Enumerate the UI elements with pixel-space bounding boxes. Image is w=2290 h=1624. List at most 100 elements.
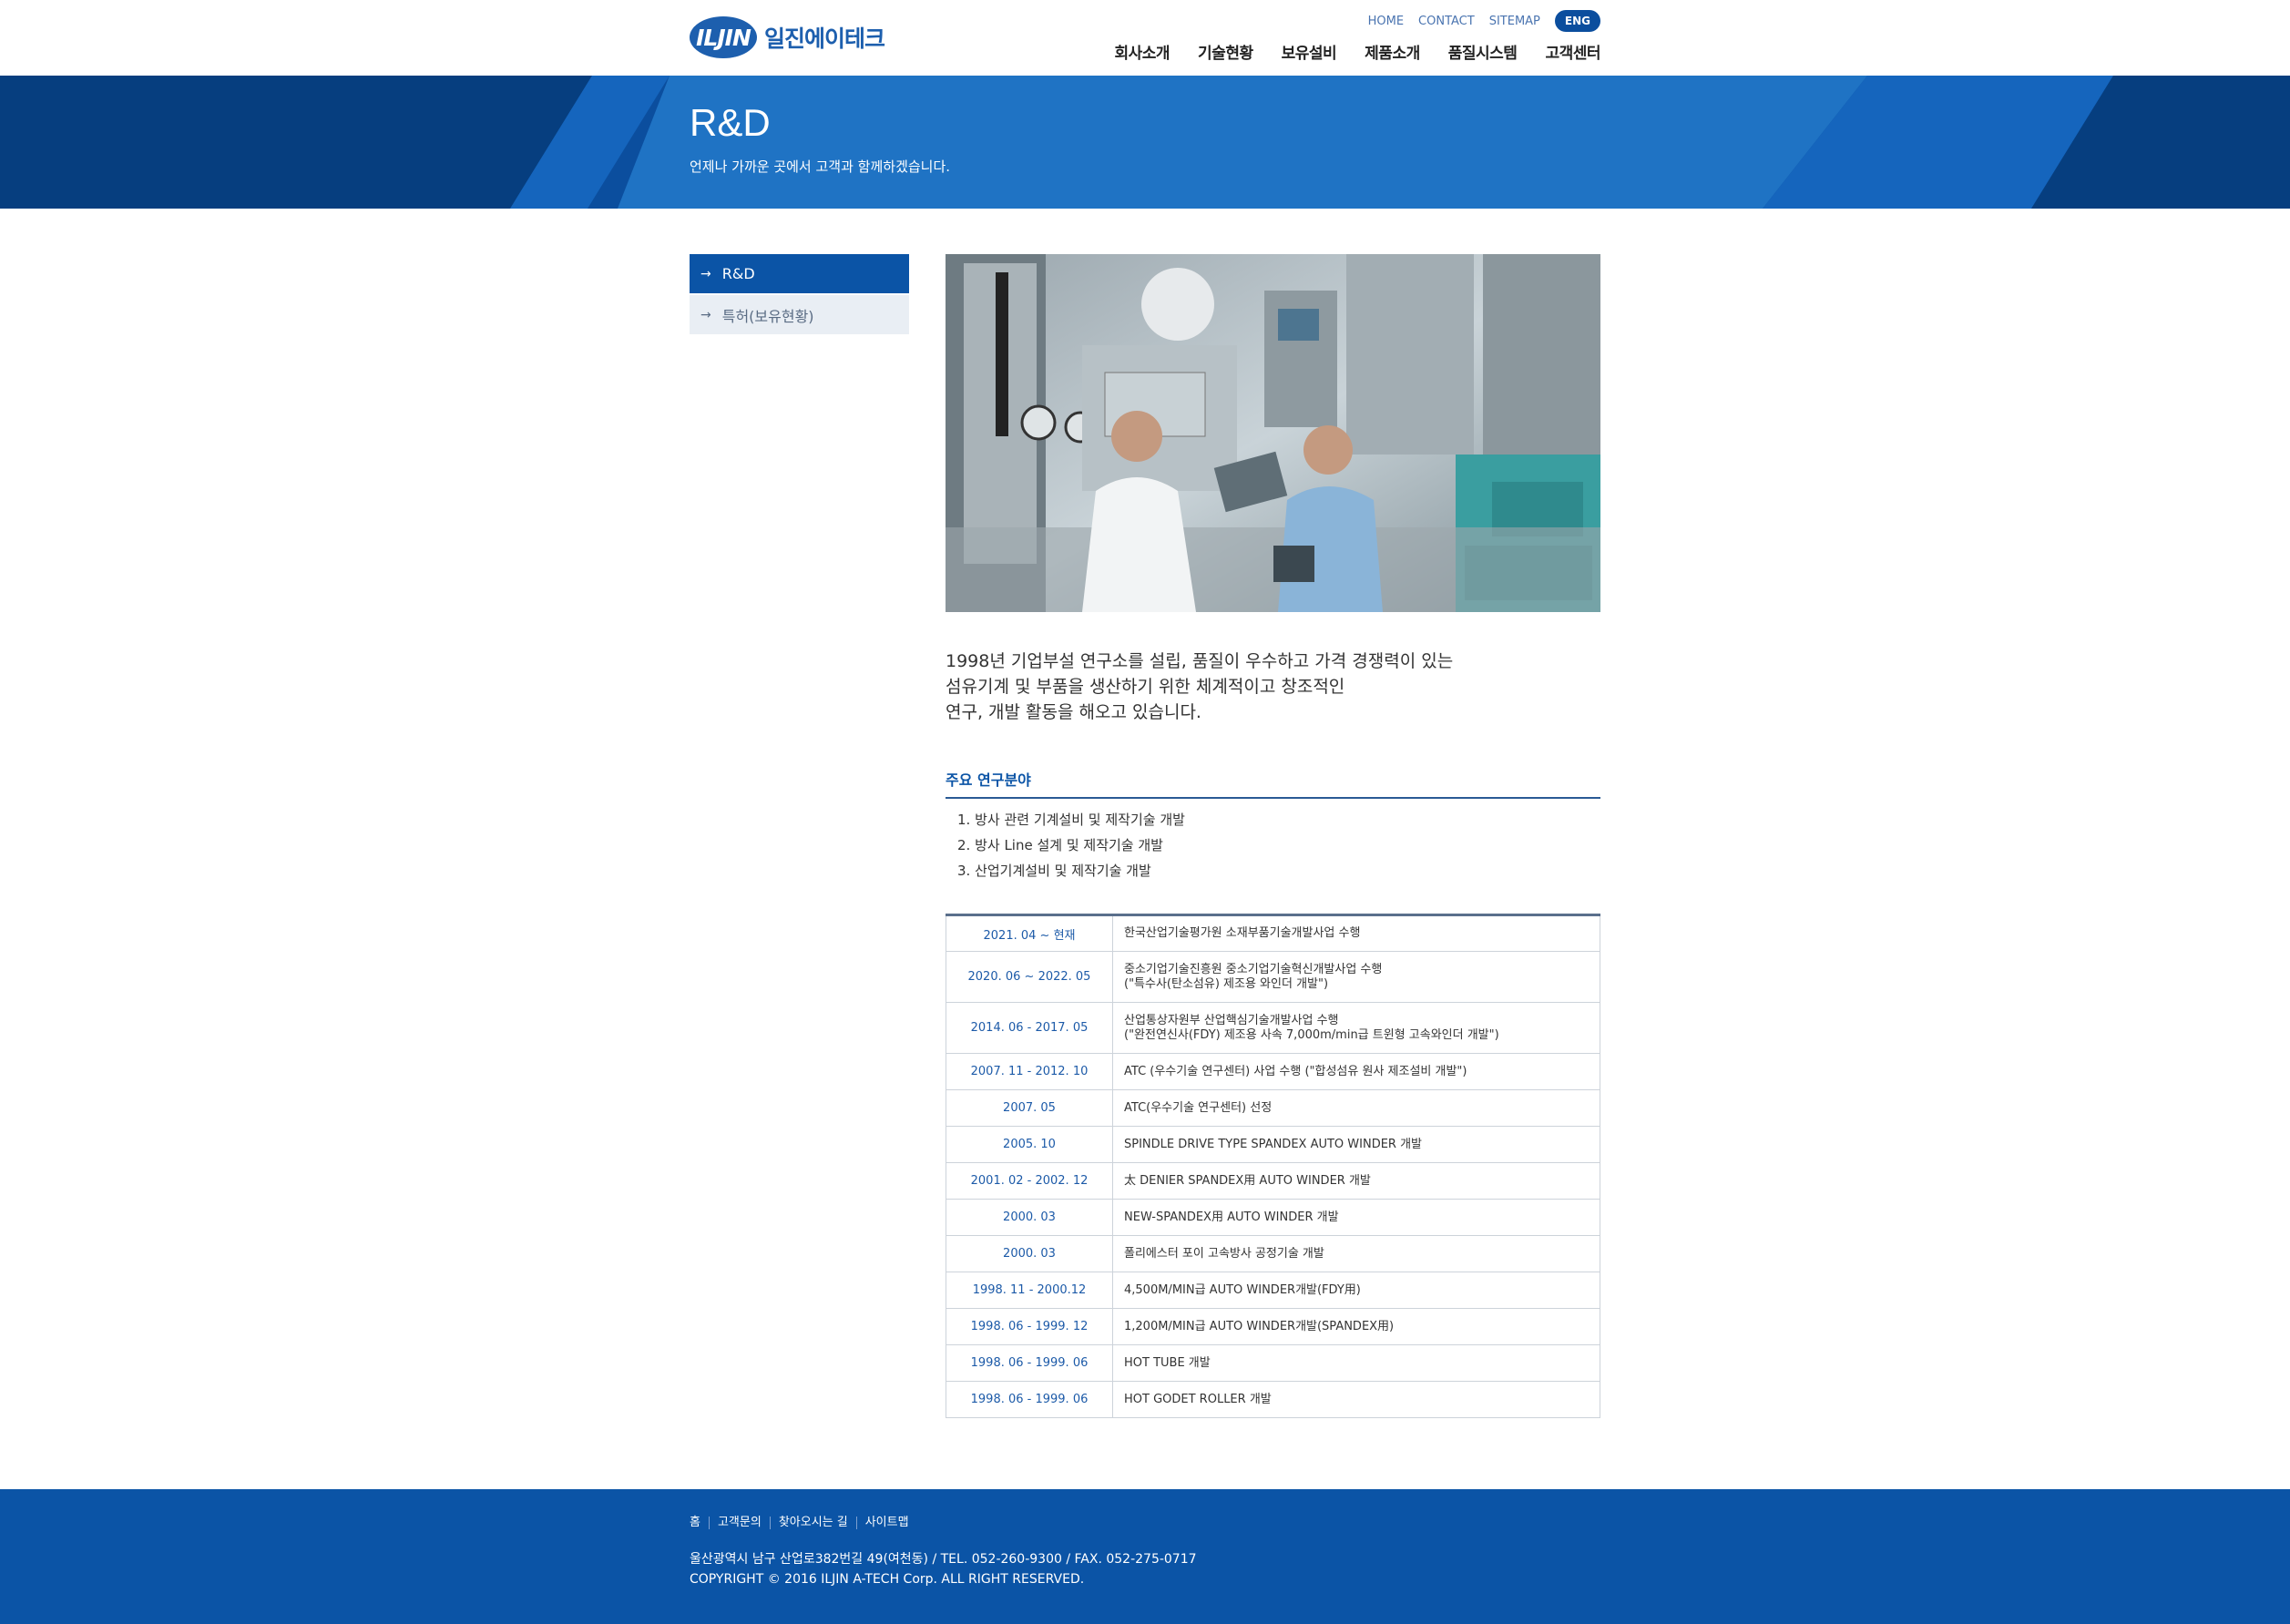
table-row: 2021. 04 ~ 현재 한국산업기술평가원 소재부품기술개발사업 수행 (946, 914, 1600, 952)
history-date: 2014. 06 - 2017. 05 (946, 1002, 1113, 1054)
logo-mark: ILJIN (690, 16, 757, 58)
nav-technology[interactable]: 기술현황 (1198, 40, 1253, 63)
page-subtitle: 언제나 가까운 곳에서 고객과 함께하겠습니다. (690, 158, 951, 175)
history-desc: HOT TUBE 개발 (1112, 1344, 1600, 1382)
side-nav-label: 특허(보유현황) (721, 307, 814, 325)
list-item: 3. 산업기계설비 및 제작기술 개발 (957, 863, 1151, 879)
research-list: 1. 방사 관련 기계설비 및 제작기술 개발 2. 방사 Line 설계 및 … (946, 807, 1600, 883)
history-date: 1998. 06 - 1999. 12 (946, 1308, 1113, 1345)
page-title: R&D (690, 101, 771, 144)
history-desc-line: SPINDLE DRIVE TYPE SPANDEX AUTO WINDER 개… (1124, 1137, 1423, 1151)
table-row: 2000. 03 NEW-SPANDEX用 AUTO WINDER 개발 (946, 1199, 1600, 1236)
history-date: 1998. 11 - 2000.12 (946, 1272, 1113, 1309)
nav-products[interactable]: 제품소개 (1365, 40, 1420, 63)
logo-text: 일진에이테크 (764, 26, 885, 52)
footer-copyright: COPYRIGHT © 2016 ILJIN A-TECH Corp. ALL … (690, 1572, 1085, 1587)
history-table: 2021. 04 ~ 현재 한국산업기술평가원 소재부품기술개발사업 수행 2020… (946, 914, 1600, 1418)
history-date: 2020. 06 ~ 2022. 05 (946, 951, 1113, 1003)
intro-line: 섬유기계 및 부품을 생산하기 위한 체계적이고 창조적인 (946, 677, 1345, 697)
history-desc: 한국산업기술평가원 소재부품기술개발사업 수행 (1112, 914, 1600, 952)
footer-info: 울산광역시 남구 산업로382번길 49(여천동) / TEL. 052-260… (690, 1549, 1197, 1589)
history-date: 2001. 02 - 2002. 12 (946, 1162, 1113, 1200)
history-desc-line: 중소기업기술진흥원 중소기업기술혁신개발사업 수행 (1124, 962, 1383, 976)
site-footer: 홈 고객문의 찾아오시는 길 사이트맵 울산광역시 남구 산업로382번길 49… (0, 1489, 2290, 1624)
history-desc: 폴리에스터 포이 고속방사 공정기술 개발 (1112, 1235, 1600, 1272)
history-desc-line: 1,200M/MIN급 AUTO WINDER개발(SPANDEX用) (1124, 1319, 1395, 1333)
list-item: 1. 방사 관련 기계설비 및 제작기술 개발 (957, 812, 1185, 828)
history-date: 2000. 03 (946, 1235, 1113, 1272)
nav-customer[interactable]: 고객센터 (1545, 40, 1600, 63)
history-desc: 1,200M/MIN급 AUTO WINDER개발(SPANDEX用) (1112, 1308, 1600, 1345)
history-date: 1998. 06 - 1999. 06 (946, 1381, 1113, 1418)
table-row: 2020. 06 ~ 2022. 05 중소기업기술진흥원 중소기업기술혁신개발사… (946, 951, 1600, 1003)
table-row: 2001. 02 - 2002. 12 太 DENIER SPANDEX用 AUT… (946, 1162, 1600, 1200)
history-desc: 太 DENIER SPANDEX用 AUTO WINDER 개발 (1112, 1162, 1600, 1200)
util-sitemap-link[interactable]: SITEMAP (1489, 15, 1540, 28)
history-desc-line: NEW-SPANDEX用 AUTO WINDER 개발 (1124, 1210, 1339, 1224)
table-row: 1998. 06 - 1999. 12 1,200M/MIN급 AUTO WIND… (946, 1308, 1600, 1345)
history-desc: 4,500M/MIN급 AUTO WINDER개발(FDY用) (1112, 1272, 1600, 1309)
history-desc-line: 太 DENIER SPANDEX用 AUTO WINDER 개발 (1124, 1173, 1371, 1188)
history-desc: HOT GODET ROLLER 개발 (1112, 1381, 1600, 1418)
history-desc: 산업통상자원부 산업핵심기술개발사업 수행 ("완전연신사(FDY) 제조용 사속… (1112, 1002, 1600, 1054)
side-nav-patents[interactable]: → 특허(보유현황) (690, 295, 909, 334)
footer-link-inquiry[interactable]: 고객문의 (708, 1517, 770, 1529)
history-desc-line: 한국산업기술평가원 소재부품기술개발사업 수행 (1124, 926, 1361, 940)
table-row: 2007. 11 - 2012. 10 ATC (우수기술 연구센터) 사업 수행… (946, 1053, 1600, 1090)
history-desc-line: 4,500M/MIN급 AUTO WINDER개발(FDY用) (1124, 1282, 1361, 1297)
history-date: 1998. 06 - 1999. 06 (946, 1344, 1113, 1382)
nav-company[interactable]: 회사소개 (1114, 40, 1170, 63)
history-desc: 중소기업기술진흥원 중소기업기술혁신개발사업 수행 ("특수사(탄소섬유) 제조용… (1112, 951, 1600, 1003)
footer-link-home[interactable]: 홈 (690, 1517, 709, 1529)
util-contact-link[interactable]: CONTACT (1418, 15, 1475, 28)
history-desc-line: ATC(우수기술 연구센터) 선정 (1124, 1100, 1273, 1115)
side-nav: → R&D → 특허(보유현황) (690, 254, 909, 334)
banner-stripes (0, 76, 2290, 209)
history-desc-line: ("완전연신사(FDY) 제조용 사속 7,000m/min급 트윈형 고속와인… (1124, 1027, 1499, 1042)
intro-line: 1998년 기업부설 연구소를 설립, 품질이 우수하고 가격 경쟁력이 있는 (946, 651, 1454, 671)
history-desc: ATC(우수기술 연구센터) 선정 (1112, 1089, 1600, 1127)
util-home-link[interactable]: HOME (1368, 15, 1404, 28)
history-date: 2021. 04 ~ 현재 (946, 914, 1113, 952)
table-row: 2000. 03 폴리에스터 포이 고속방사 공정기술 개발 (946, 1235, 1600, 1272)
main-content: 1998년 기업부설 연구소를 설립, 품질이 우수하고 가격 경쟁력이 있는 … (946, 254, 1600, 1418)
lab-photo (946, 254, 1600, 612)
page-banner: R&D 언제나 가까운 곳에서 고객과 함께하겠습니다. (0, 76, 2290, 209)
table-row: 2005. 10 SPINDLE DRIVE TYPE SPANDEX AUTO … (946, 1126, 1600, 1163)
arrow-right-icon: → (700, 266, 711, 281)
table-row: 1998. 06 - 1999. 06 HOT GODET ROLLER 개발 (946, 1381, 1600, 1418)
history-desc-line: ATC (우수기술 연구센터) 사업 수행 ("합성섬유 원사 제조설비 개발"… (1124, 1064, 1467, 1078)
history-date: 2007. 05 (946, 1089, 1113, 1127)
nav-facilities[interactable]: 보유설비 (1282, 40, 1337, 63)
history-date: 2000. 03 (946, 1199, 1113, 1236)
arrow-right-icon: → (700, 307, 711, 322)
history-desc: NEW-SPANDEX用 AUTO WINDER 개발 (1112, 1199, 1600, 1236)
table-row: 2014. 06 - 2017. 05 산업통상자원부 산업핵심기술개발사업 수행… (946, 1002, 1600, 1054)
history-date: 2007. 11 - 2012. 10 (946, 1053, 1113, 1090)
history-desc-line: ("특수사(탄소섬유) 제조용 와인더 개발") (1124, 976, 1329, 991)
footer-link-sitemap[interactable]: 사이트맵 (855, 1517, 917, 1529)
list-item: 2. 방사 Line 설계 및 제작기술 개발 (957, 837, 1163, 853)
utility-nav: HOME CONTACT SITEMAP ENG (1354, 10, 1600, 32)
nav-quality[interactable]: 품질시스템 (1448, 40, 1518, 63)
footer-address: 울산광역시 남구 산업로382번길 49(여천동) / TEL. 052-260… (690, 1552, 1197, 1567)
table-row: 1998. 11 - 2000.12 4,500M/MIN급 AUTO WINDE… (946, 1272, 1600, 1309)
research-section-title: 주요 연구분야 (946, 768, 1600, 799)
footer-link-directions[interactable]: 찾아오시는 길 (769, 1517, 856, 1529)
history-desc-line: HOT GODET ROLLER 개발 (1124, 1392, 1272, 1406)
side-nav-rnd[interactable]: → R&D (690, 254, 909, 293)
history-desc: ATC (우수기술 연구센터) 사업 수행 ("합성섬유 원사 제조설비 개발"… (1112, 1053, 1600, 1090)
eng-language-button[interactable]: ENG (1554, 10, 1600, 32)
main-nav: 회사소개 기술현황 보유설비 제품소개 품질시스템 고객센터 (1086, 40, 1600, 63)
footer-links: 홈 고객문의 찾아오시는 길 사이트맵 (690, 1517, 917, 1529)
intro-line: 연구, 개발 활동을 해오고 있습니다. (946, 702, 1201, 722)
history-desc: SPINDLE DRIVE TYPE SPANDEX AUTO WINDER 개… (1112, 1126, 1600, 1163)
table-row: 2007. 05 ATC(우수기술 연구센터) 선정 (946, 1089, 1600, 1127)
intro-text: 1998년 기업부설 연구소를 설립, 품질이 우수하고 가격 경쟁력이 있는 … (946, 649, 1600, 725)
table-row: 1998. 06 - 1999. 06 HOT TUBE 개발 (946, 1344, 1600, 1382)
history-desc-line: HOT TUBE 개발 (1124, 1355, 1211, 1370)
logo[interactable]: ILJIN 일진에이테크 (690, 16, 885, 58)
site-header: ILJIN 일진에이테크 HOME CONTACT SITEMAP ENG 회사… (0, 0, 2290, 76)
history-desc-line: 산업통상자원부 산업핵심기술개발사업 수행 (1124, 1013, 1339, 1027)
history-desc-line: 폴리에스터 포이 고속방사 공정기술 개발 (1124, 1246, 1324, 1261)
